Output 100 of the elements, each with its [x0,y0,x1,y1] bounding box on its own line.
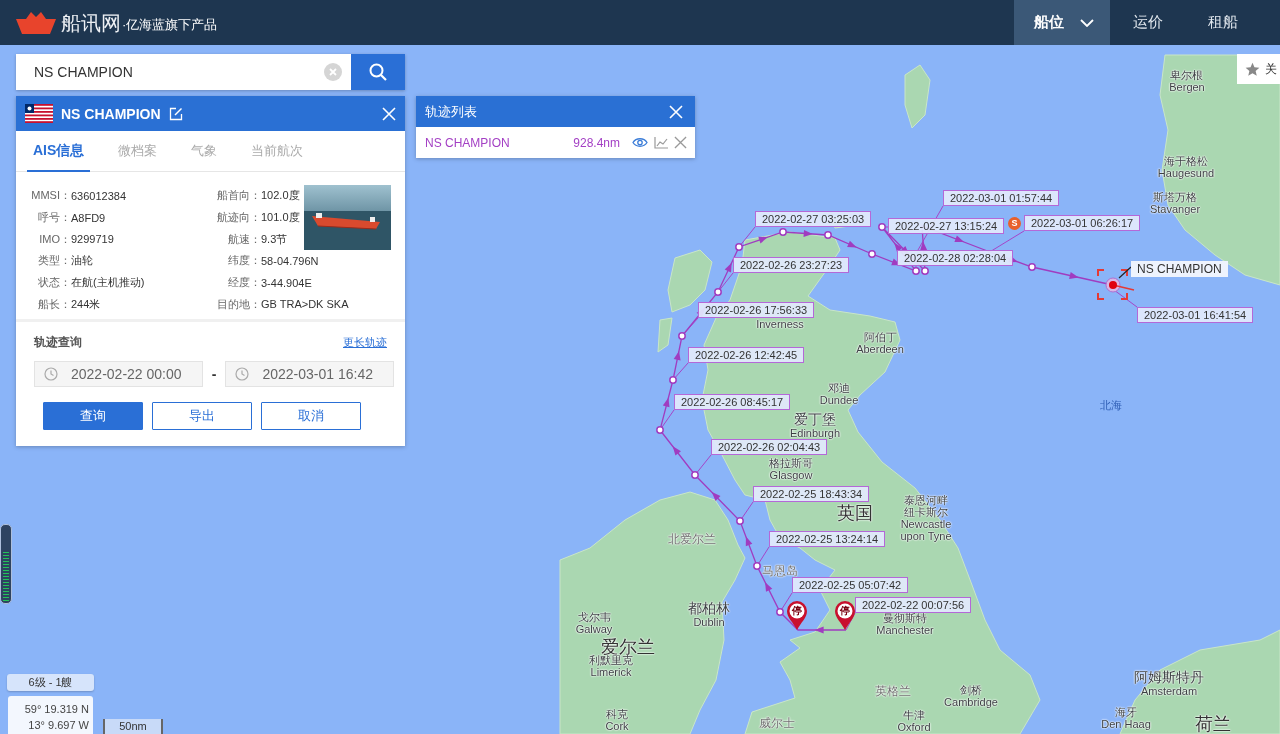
land-area [904,64,931,129]
track-point [1028,263,1036,271]
logo-text: 船讯网 [61,10,121,35]
place-name: 剑桥 [960,684,982,696]
nav-tab[interactable]: 船位 [1014,0,1110,45]
field-label: IMO： [38,231,71,247]
field-label: 状态： [37,275,71,291]
field-label: MMSI： [30,188,71,204]
place-name: Oxford [897,721,931,733]
close-icon [669,104,683,119]
field-value: 9.3节 [261,231,289,247]
place-name: Manchester [876,624,934,636]
field-label: 呼号： [37,210,71,226]
action-button[interactable]: 查询 [43,402,143,431]
search-field[interactable]: NS CHAMPION [16,54,351,90]
place-name: Newcastle upon Tyne [899,518,953,542]
follow-button[interactable]: 关 [1237,54,1280,84]
field-label: 经度： [227,275,261,291]
field-value: 102.0度 [261,188,301,204]
eye-icon[interactable] [632,137,648,148]
direction-arrow [745,536,753,547]
latitude-text: 59° 19.319 N [24,702,89,717]
panel-title: 轨迹列表 [425,102,477,121]
range-separator: - [210,366,218,383]
direction-arrow [814,626,824,634]
place-name: Inverness [756,318,804,330]
timestamp-label: 2022-02-25 05:07:42 [792,577,909,593]
place-name: 邓迪 [828,382,850,394]
field-value: 244米 [71,296,102,312]
date-field[interactable]: 2022-03-01 16:42 [225,361,394,388]
place-name: 利默里克 [589,654,633,666]
place-name: Amsterdam [1140,685,1198,697]
track-point [656,426,664,434]
line-chart-icon[interactable] [654,136,668,149]
place-name: 都柏林 [688,601,730,616]
zoom-slider-track[interactable] [0,524,12,604]
leader-line [1113,289,1138,308]
close-icon[interactable] [674,136,687,149]
field-label: 纬度： [227,253,261,269]
action-button[interactable]: 导出 [152,402,252,431]
timestamp-label: 2022-03-01 01:57:44 [943,190,1060,206]
vessel-name-label[interactable]: NS CHAMPION [1131,261,1228,277]
close-button[interactable] [381,105,397,122]
edit-icon[interactable] [168,106,183,121]
direction-arrow [954,235,965,243]
field-value: 101.0度 [261,210,301,226]
place-name: Dundee [819,394,859,406]
track-point [735,243,743,251]
direction-arrow [673,350,681,361]
place-name: Limerick [590,666,632,678]
direction-arrow [672,446,681,456]
track-point [678,332,686,340]
place-name: Aberdeen [856,343,904,355]
timestamp-label: 2022-02-25 18:43:34 [753,486,870,502]
action-button[interactable]: 取消 [261,402,361,431]
track-point [776,608,784,616]
zoom-level-info: 6级 - 1艘 [7,674,94,691]
field-value: 9299719 [71,233,115,246]
stop-pin[interactable]: 停 [786,601,808,630]
place-name: 泰恩河畔纽卡斯尔 [903,494,949,518]
place-name: 北海 [1100,399,1122,411]
nav-tab[interactable]: 运价 [1110,0,1185,45]
place-name: 海于格松 [1164,155,1208,167]
clock-icon [235,367,250,382]
track-point [868,250,876,258]
timestamp-label: 2022-02-26 12:42:45 [688,347,805,363]
track-point [736,517,744,525]
track-name[interactable]: NS CHAMPION [425,135,510,150]
timestamp-label: 2022-02-25 13:24:14 [769,531,886,547]
nav-tab[interactable]: 租船 [1185,0,1260,45]
track-distance: 928.4nm [573,135,620,150]
section-title: 轨迹查询 [34,333,82,351]
track-point [878,223,886,231]
close-button[interactable] [668,103,684,120]
timestamp-label: 2022-02-28 02:28:04 [897,250,1014,266]
stop-pin[interactable]: 停 [834,601,856,630]
longer-track-link[interactable]: 更长轨迹 [343,334,387,350]
timestamp-label: 2022-02-26 08:45:17 [674,394,791,410]
field-label: 船首向： [216,188,261,204]
tab[interactable]: AIS信息 [27,131,91,172]
date-field[interactable]: 2022-02-22 00:00 [34,361,203,388]
field-label: 航迹向： [216,210,261,226]
place-name: Bergen [1169,81,1205,93]
timestamp-label: 2022-02-27 13:15:24 [888,218,1005,234]
timestamp-label: 2022-03-01 16:41:54 [1137,307,1254,323]
place-name: 斯塔万格 [1153,191,1197,203]
track-point [714,288,722,296]
place-name: Dublin [693,616,725,628]
search-button[interactable] [351,54,405,90]
status-badge: S [1008,216,1021,230]
place-name: 牛津 [903,709,925,721]
place-name: 科克 [606,708,628,720]
place-name: Edinburgh [789,427,841,439]
place-name: 卑尔根 [1170,69,1204,81]
field-value: 在航(主机推动) [71,275,146,291]
scale-bar: 50nm [103,719,163,734]
track-point [691,471,699,479]
field-label: 目的地： [216,296,261,312]
direction-arrow [1069,272,1079,279]
direction-arrow [662,397,670,408]
